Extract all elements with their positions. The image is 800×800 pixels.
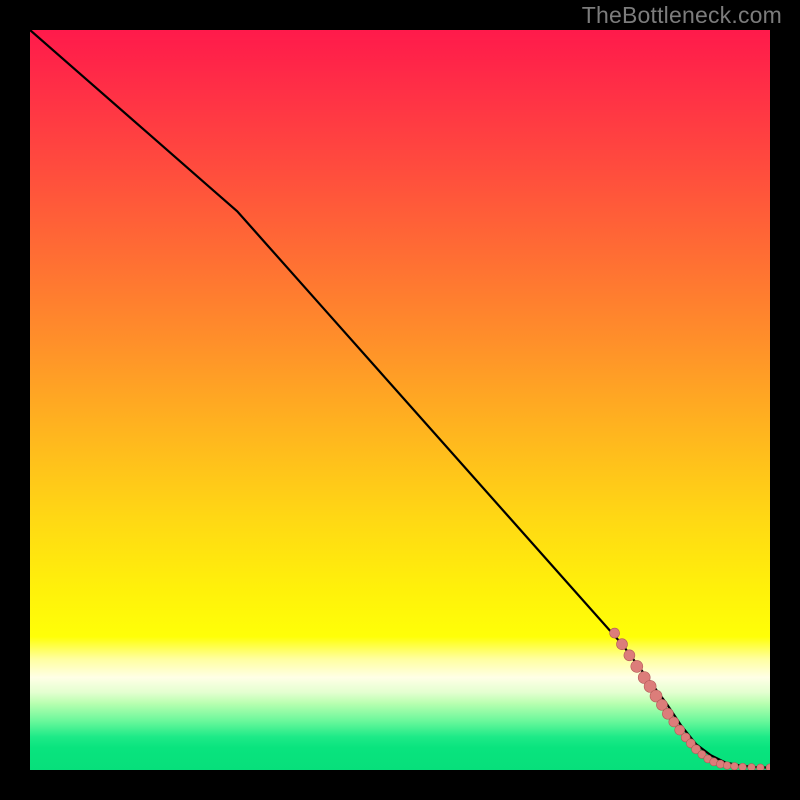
curve-line (30, 30, 770, 768)
chart-stage: TheBottleneck.com (0, 0, 800, 800)
data-marker (748, 764, 756, 770)
data-marker (739, 763, 747, 770)
data-marker (757, 764, 765, 770)
data-marker (617, 639, 628, 650)
data-marker (610, 628, 620, 638)
data-markers (610, 628, 770, 770)
plot-area (30, 30, 770, 770)
chart-overlay (30, 30, 770, 770)
watermark-text: TheBottleneck.com (582, 2, 782, 29)
data-marker (731, 763, 739, 771)
data-marker (624, 650, 635, 661)
data-marker (766, 764, 770, 770)
data-marker (723, 762, 731, 770)
data-marker (631, 660, 643, 672)
